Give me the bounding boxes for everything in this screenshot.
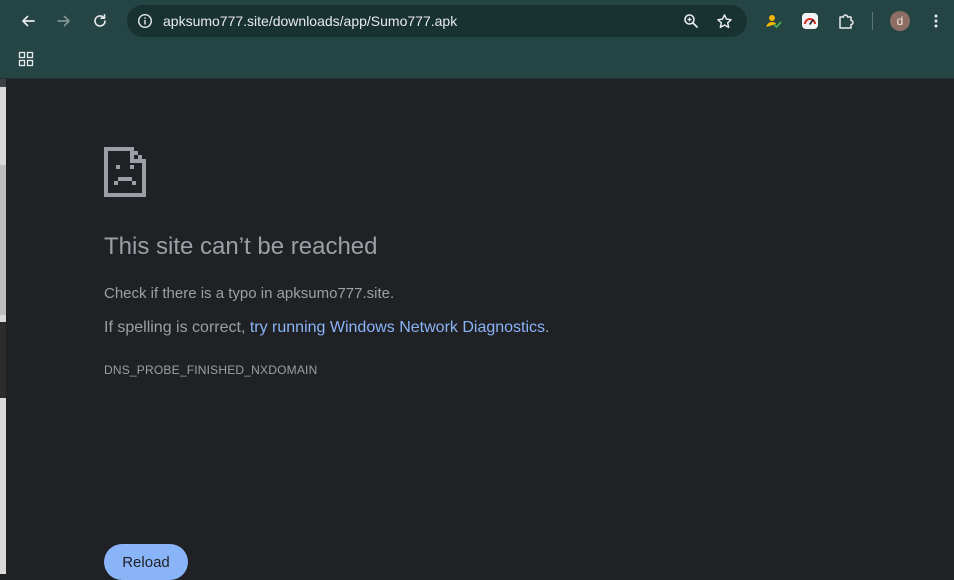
browser-menu-button[interactable] xyxy=(922,7,950,35)
diagnostics-link[interactable]: try running Windows Network Diagnostics xyxy=(250,319,545,336)
reload-page-button[interactable]: Reload xyxy=(104,544,188,580)
typo-suggestion: Check if there is a typo in apksumo777.s… xyxy=(104,285,395,302)
forward-button[interactable] xyxy=(50,7,78,35)
site-info-button[interactable] xyxy=(131,7,159,35)
apps-grid-icon xyxy=(18,51,34,67)
extension-speed-icon xyxy=(802,13,818,29)
error-code: DNS_PROBE_FINISHED_NXDOMAIN xyxy=(104,363,318,377)
forward-icon xyxy=(57,15,70,27)
bookmarks-bar xyxy=(0,41,954,79)
apps-button[interactable] xyxy=(12,45,40,73)
browser-toolbar: apksumo777.site/downloads/app/Sumo777.ap… xyxy=(0,0,954,41)
reload-button[interactable] xyxy=(86,7,114,35)
diagnostics-suggestion: If spelling is correct, try running Wind… xyxy=(104,319,550,337)
bookmark-star-icon xyxy=(716,13,732,28)
reload-icon xyxy=(94,14,106,27)
extension-person-button[interactable] xyxy=(759,7,787,35)
profile-avatar[interactable]: d xyxy=(890,11,910,31)
error-title: This site can’t be reached xyxy=(104,233,378,260)
extension-person-icon xyxy=(766,15,782,29)
zoom-button[interactable] xyxy=(677,7,705,35)
spelling-prefix: If spelling is correct, xyxy=(104,319,250,336)
extensions-puzzle-icon xyxy=(839,14,854,29)
menu-kebab-icon xyxy=(934,14,938,28)
address-bar[interactable]: apksumo777.site/downloads/app/Sumo777.ap… xyxy=(127,5,747,37)
zoom-icon xyxy=(684,14,698,28)
url-text[interactable]: apksumo777.site/downloads/app/Sumo777.ap… xyxy=(163,13,457,29)
back-icon xyxy=(22,15,35,27)
error-page: This site can’t be reached Check if ther… xyxy=(6,79,954,580)
extension-speed-button[interactable] xyxy=(796,7,824,35)
bookmark-button[interactable] xyxy=(710,7,738,35)
extensions-button[interactable] xyxy=(832,7,860,35)
spelling-suffix: . xyxy=(545,319,550,336)
sad-document-icon xyxy=(104,147,146,197)
site-info-icon xyxy=(137,13,153,29)
back-button[interactable] xyxy=(14,7,42,35)
toolbar-separator xyxy=(872,12,873,30)
